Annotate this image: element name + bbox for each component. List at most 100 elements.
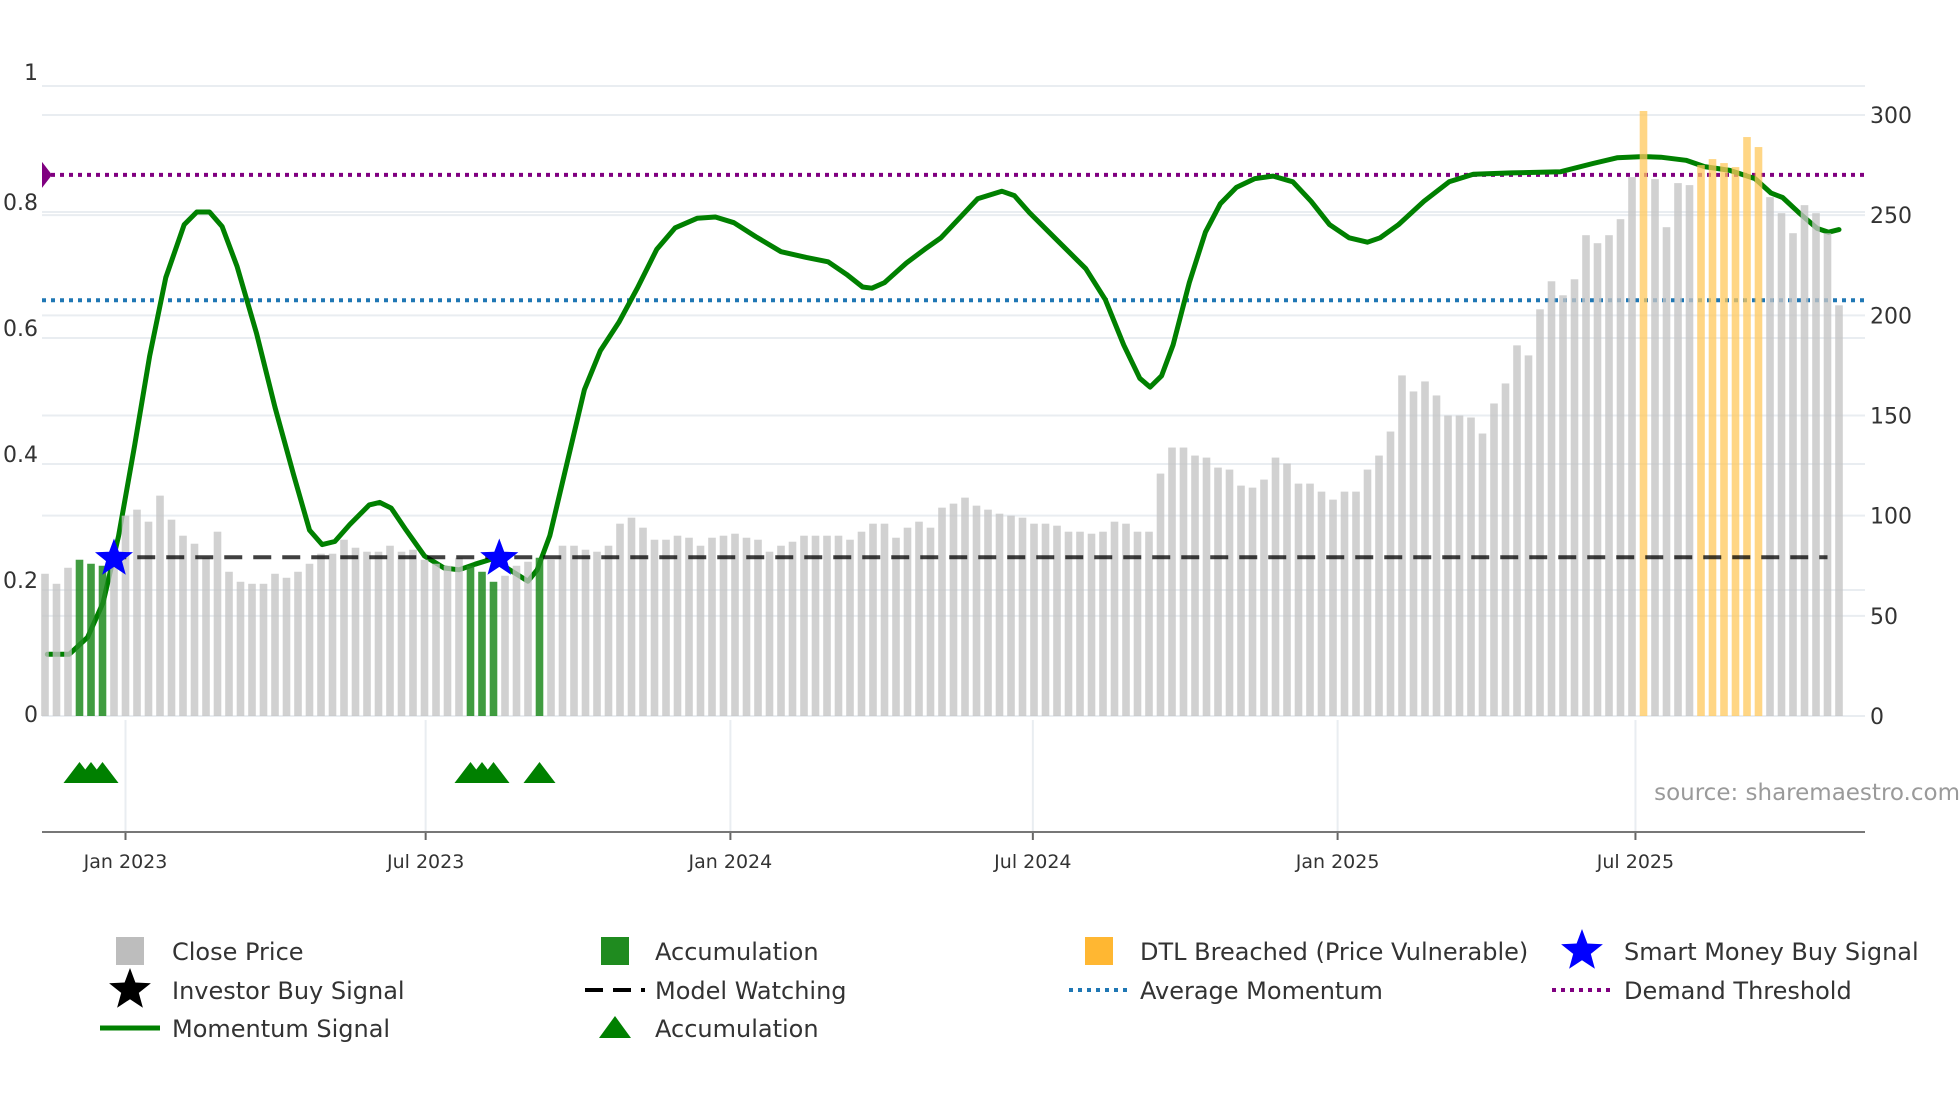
close-price-bar [1524, 355, 1533, 716]
close-price-bar [938, 507, 946, 716]
accumulation-triangle-marker [523, 762, 556, 783]
close-price-bar [581, 549, 590, 716]
close-price-bar [1789, 233, 1797, 717]
close-price-bar [1490, 403, 1498, 716]
close-price-bar [708, 537, 716, 716]
close-price-bar [800, 535, 808, 716]
close-price-bar [765, 551, 774, 716]
close-price-bar [1662, 227, 1671, 717]
close-price-bar [1616, 219, 1625, 716]
close-price-bar [1593, 243, 1602, 717]
x-tick-label: Jul 2025 [1596, 851, 1674, 873]
close-price-bar [1110, 521, 1119, 716]
close-price-bar [1018, 517, 1027, 716]
right-tick-label: 50 [1870, 605, 1898, 630]
close-price-bar [1145, 531, 1153, 716]
legend-label: Investor Buy Signal [172, 977, 405, 1005]
square-swatch-icon [601, 937, 629, 965]
close-price-bar [1386, 431, 1395, 716]
close-price-bar [1766, 197, 1774, 717]
close-price-bar [1248, 487, 1257, 716]
close-price-bar [1340, 491, 1349, 716]
close-price-bar [1363, 469, 1372, 716]
dtl-breached-bar [1708, 159, 1717, 716]
legend-item: Accumulation [601, 937, 819, 966]
close-price-bar [984, 509, 992, 716]
accumulation-bar [489, 581, 498, 716]
close-price-bar [719, 535, 728, 716]
close-price-bar [593, 551, 601, 716]
source-label: source: sharemaestro.com [1654, 780, 1960, 806]
close-price-bar [857, 531, 866, 716]
close-price-bar [1478, 433, 1487, 716]
legend-label: Demand Threshold [1624, 977, 1852, 1005]
legend-item: Smart Money Buy Signal [1561, 929, 1919, 969]
accumulation-bar [535, 557, 544, 716]
close-price-bar [432, 563, 440, 716]
left-tick-label: 0.8 [3, 191, 38, 216]
star-icon [109, 968, 151, 1008]
momentum-chart: 0 0.2 0.4 0.6 0.8 1 0 50 100 150 200 250 300 Jan 2023… [3, 61, 1960, 1043]
close-price-bar [811, 535, 820, 716]
close-price-bar [236, 581, 245, 716]
x-tick-label: Jan 2023 [83, 851, 168, 873]
legend-label: Momentum Signal [172, 1015, 390, 1043]
close-price-bar [409, 549, 417, 716]
accumulation-bar [466, 565, 475, 716]
right-tick-label: 0 [1870, 705, 1884, 730]
left-tick-label: 1 [24, 61, 38, 86]
dtl-breached-bar [1754, 147, 1763, 716]
dtl-breached-bar [1731, 167, 1740, 716]
close-price-bar [512, 565, 521, 716]
close-price-bar [1777, 213, 1786, 716]
close-price-bar [846, 539, 854, 716]
close-price-bar [190, 543, 199, 716]
legend-item: Model Watching [585, 977, 847, 1005]
close-price-bar [1191, 455, 1199, 716]
legend: Close Price Accumulation DTL Breached (Pri… [100, 929, 1919, 1043]
close-price-bar [524, 561, 532, 716]
close-price-bar [662, 539, 670, 716]
close-price-bar [685, 537, 693, 716]
left-tick-label: 0.6 [3, 317, 38, 342]
legend-label: Average Momentum [1140, 977, 1383, 1005]
close-price-bar [558, 545, 567, 716]
right-tick-label: 200 [1870, 304, 1912, 329]
legend-label: Model Watching [655, 977, 847, 1005]
close-price-bar [880, 523, 889, 716]
close-price-bar [1582, 235, 1590, 716]
close-price-bar [1329, 499, 1337, 716]
close-price-bar [52, 583, 61, 716]
close-price-bar [1202, 457, 1211, 716]
close-price-bar [156, 495, 164, 716]
close-price-bar [1547, 281, 1556, 716]
close-price-bar [1536, 309, 1544, 716]
accumulation-bar [87, 563, 95, 716]
close-price-bar [1467, 417, 1475, 716]
close-price-bar [1628, 177, 1636, 716]
close-price-bar [650, 539, 659, 716]
close-price-bar [1409, 391, 1418, 716]
legend-label: Smart Money Buy Signal [1624, 938, 1919, 966]
close-price-bar [961, 497, 969, 716]
close-price-bar [1352, 491, 1360, 716]
close-price-bar [1570, 279, 1579, 716]
close-price-bar [1007, 515, 1015, 716]
close-price-bar [248, 583, 256, 716]
close-price-bar [1685, 185, 1694, 716]
close-price-bar [1156, 473, 1165, 716]
close-price-bar [397, 551, 406, 716]
threshold-diamond-marker [42, 161, 52, 188]
close-price-bar [1455, 415, 1464, 716]
close-price-bar [1225, 469, 1234, 716]
close-price-bar [1076, 531, 1084, 716]
close-price-bar [259, 583, 268, 716]
price-bars [41, 110, 1843, 717]
close-price-bar [340, 539, 348, 716]
close-price-bar [834, 535, 843, 716]
close-price-bar [179, 535, 187, 716]
legend-label: Accumulation [655, 938, 819, 966]
close-price-bar [1168, 447, 1176, 716]
close-price-bar [731, 533, 739, 716]
close-price-bar [420, 559, 429, 716]
